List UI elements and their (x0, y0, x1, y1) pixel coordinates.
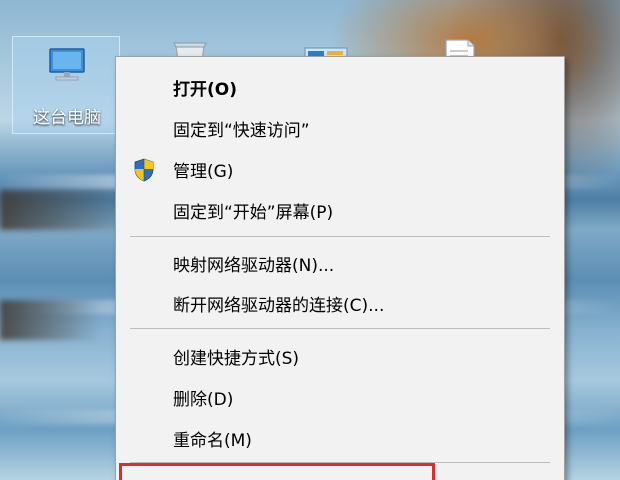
menu-item-rename[interactable]: 重命名(M) (116, 418, 564, 458)
menu-item-label: 创建快捷方式(S) (173, 348, 300, 369)
wallpaper-rock (0, 190, 130, 230)
menu-separator (130, 236, 550, 237)
context-menu: 打开(O) 固定到“快速访问” 管理(G) 固定到“开始”屏幕(P) 映射网络驱… (115, 56, 565, 480)
menu-item-disconnect-network-drive[interactable]: 断开网络驱动器的连接(C)... (116, 283, 564, 323)
menu-item-label: 固定到“快速访问” (173, 120, 310, 141)
menu-item-map-network-drive[interactable]: 映射网络驱动器(N)... (116, 243, 564, 283)
menu-item-label: 删除(D) (173, 389, 234, 410)
menu-item-label: 管理(G) (173, 161, 234, 182)
this-pc-label: 这台电脑 (33, 108, 101, 128)
menu-item-label: 打开(O) (173, 79, 237, 100)
uac-shield-icon (134, 158, 154, 182)
menu-item-manage[interactable]: 管理(G) (116, 149, 564, 189)
desktop-icon-this-pc[interactable]: 这台电脑 (12, 36, 120, 134)
menu-item-delete[interactable]: 删除(D) (116, 377, 564, 417)
menu-item-pin-quick-access[interactable]: 固定到“快速访问” (116, 108, 564, 148)
highlighted-menu-item[interactable] (119, 463, 435, 480)
menu-item-create-shortcut[interactable]: 创建快捷方式(S) (116, 336, 564, 376)
menu-item-label: 断开网络驱动器的连接(C)... (173, 295, 385, 316)
menu-separator (130, 328, 550, 329)
wallpaper-rock (0, 300, 100, 340)
menu-item-label: 映射网络驱动器(N)... (173, 255, 335, 276)
menu-item-label: 重命名(M) (173, 430, 252, 451)
menu-item-label: 固定到“开始”屏幕(P) (173, 202, 334, 223)
menu-item-open[interactable]: 打开(O) (116, 67, 564, 107)
menu-item-pin-start[interactable]: 固定到“开始”屏幕(P) (116, 190, 564, 230)
this-pc-icon (49, 48, 85, 81)
